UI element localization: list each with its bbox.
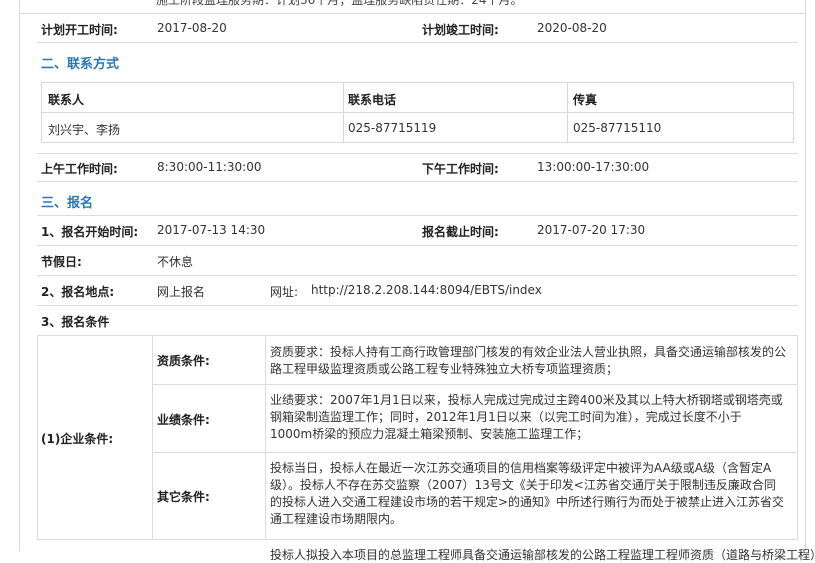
reg-url-label: 网址: <box>270 285 299 299</box>
other-conditions-text: 投标当日，投标人在最近一次江苏交通项目的信用档案等级评定中被评为AA级或A级（含… <box>270 461 785 526</box>
reg-place-label: 2、报名地点: <box>41 285 115 299</box>
pm-work-label: 下午工作时间: <box>422 162 499 176</box>
reg-url-link[interactable]: http://218.2.208.144:8094/EBTS/index <box>311 283 542 297</box>
contact-header-fax: 传真 <box>573 93 598 107</box>
divider <box>152 335 153 540</box>
other-conditions-label: 其它条件: <box>157 490 210 504</box>
frame-left-border <box>19 0 20 551</box>
clipped-top-text: 施工阶段监理服务期：计划36个月；监理服务缺陷责任期：24个月。 <box>156 0 523 7</box>
plan-end-value: 2020-08-20 <box>537 21 607 35</box>
clipped-bottom-text: 投标人拟投入本项目的总监理工程师具备交通运输部核发的公路工程监理工程师资质（道路… <box>270 548 815 562</box>
divider <box>37 42 798 43</box>
performance-label: 业绩条件: <box>157 413 210 427</box>
reg-conditions-label: 3、报名条件 <box>41 315 110 329</box>
enterprise-conditions-label: (1)企业条件: <box>41 432 114 446</box>
section-contact-title: 二、联系方式 <box>41 57 120 72</box>
contact-phone: 025-87715119 <box>348 121 437 135</box>
performance-text: 业绩要求：2007年1月1日以来，投标人完成过完成过主跨400米及其以上特大桥钢… <box>270 393 783 441</box>
contact-header-phone: 联系电话 <box>348 93 397 107</box>
plan-end-label: 计划竣工时间: <box>422 23 499 37</box>
am-work-value: 8:30:00-11:30:00 <box>157 160 262 174</box>
divider <box>37 245 798 246</box>
divider <box>37 181 798 182</box>
holiday-value: 不休息 <box>157 255 194 269</box>
reg-end-value: 2017-07-20 17:30 <box>537 223 646 237</box>
reg-start-value: 2017-07-13 14:30 <box>157 223 266 237</box>
am-work-label: 上午工作时间: <box>41 162 118 176</box>
contact-fax: 025-87715110 <box>573 121 662 135</box>
divider <box>152 452 798 453</box>
divider <box>20 13 805 14</box>
divider <box>37 305 798 306</box>
frame-right-border <box>805 0 806 551</box>
contact-header-person: 联系人 <box>48 93 85 107</box>
divider <box>37 539 798 540</box>
divider <box>37 275 798 276</box>
qualification-text: 资质要求：投标人持有工商行政管理部门核发的有效企业法人营业执照，具备交通运输部核… <box>270 345 787 376</box>
divider <box>265 335 266 540</box>
reg-end-label: 报名截止时间: <box>422 225 499 239</box>
reg-place-value: 网上报名 <box>157 285 206 299</box>
pm-work-value: 13:00:00-17:30:00 <box>537 160 650 174</box>
holiday-label: 节假日: <box>41 255 82 269</box>
contact-table: 联系人 联系电话 传真 刘兴宇、李扬 025-87715119 025-8771… <box>41 82 794 143</box>
divider <box>797 335 798 540</box>
plan-start-value: 2017-08-20 <box>157 21 227 35</box>
plan-start-label: 计划开工时间: <box>41 23 118 37</box>
divider <box>37 215 798 216</box>
section-registration-title: 三、报名 <box>41 196 94 211</box>
divider <box>37 153 798 154</box>
reg-start-label: 1、报名开始时间: <box>41 225 139 239</box>
contact-person: 刘兴宇、李扬 <box>48 123 121 137</box>
divider <box>37 335 38 540</box>
divider <box>152 384 798 385</box>
qualification-label: 资质条件: <box>157 354 210 368</box>
